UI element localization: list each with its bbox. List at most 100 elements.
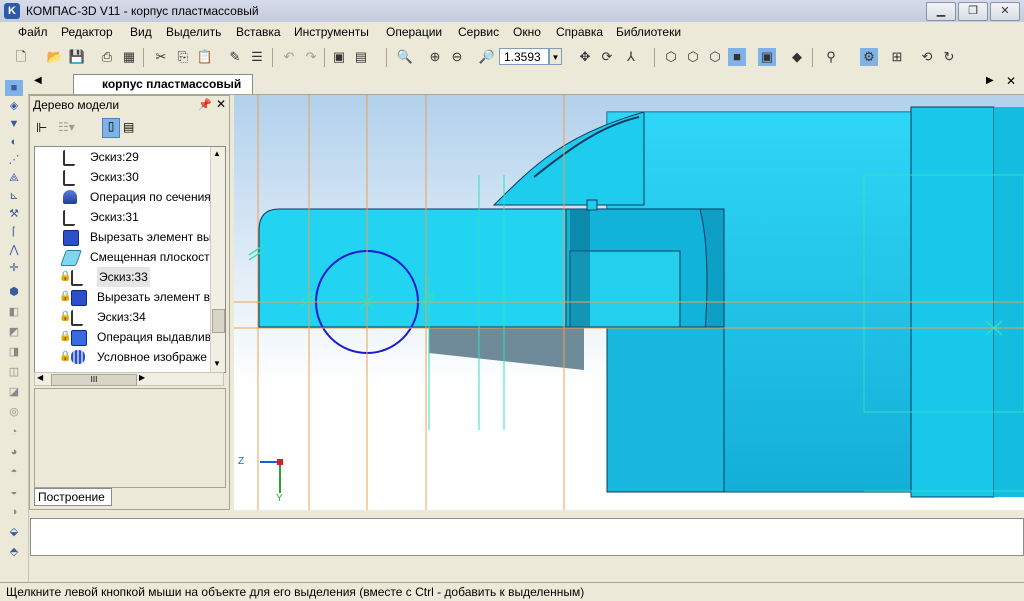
chevron-left-icon[interactable]: ◀ bbox=[34, 75, 42, 86]
array-icon[interactable]: ⋰ bbox=[5, 152, 23, 168]
tree-vertical-scrollbar[interactable]: ▲ ▼ bbox=[210, 147, 225, 372]
tree-item[interactable]: 🔒 Эскиз:34 bbox=[35, 307, 210, 327]
rotate-icon[interactable]: ⟳ bbox=[598, 48, 616, 66]
close-tab-icon[interactable]: ✕ bbox=[1006, 74, 1016, 88]
menu-insert[interactable]: Вставка bbox=[236, 25, 281, 39]
tree-item[interactable]: Эскиз:30 bbox=[35, 167, 210, 187]
scroll-down-icon[interactable]: ▼ bbox=[213, 359, 221, 368]
tab-construction[interactable]: Построение bbox=[34, 488, 112, 506]
menu-view[interactable]: Вид bbox=[130, 25, 152, 39]
dimensions-icon[interactable]: ⋀ bbox=[5, 242, 23, 258]
doc-manager-icon[interactable]: ▦ bbox=[120, 48, 138, 66]
fillet-icon[interactable]: ◔ bbox=[5, 424, 23, 440]
cut-rotate-icon[interactable]: ◪ bbox=[5, 384, 23, 400]
redo-icon[interactable]: ↷ bbox=[302, 48, 320, 66]
chevron-down-icon[interactable]: ▼ bbox=[549, 48, 562, 65]
copy-icon[interactable]: ⎘ bbox=[174, 48, 192, 66]
zoom-icon[interactable]: 🔎 bbox=[478, 48, 496, 66]
kinematic-icon[interactable]: ◩ bbox=[5, 324, 23, 340]
menu-file[interactable]: Файл bbox=[18, 25, 48, 39]
restore-icon[interactable]: ❐ bbox=[958, 2, 988, 21]
measure-icon[interactable]: ⊾ bbox=[5, 188, 23, 204]
rib-icon[interactable]: ◒ bbox=[5, 484, 23, 500]
perspective-icon[interactable]: ◆ bbox=[788, 48, 806, 66]
scroll-thumb[interactable] bbox=[212, 309, 225, 333]
tree-item[interactable]: 🔒 Эскиз:33 bbox=[35, 267, 210, 287]
menu-operations[interactable]: Операции bbox=[386, 25, 442, 39]
wireframe-icon[interactable]: ⬡ bbox=[662, 48, 680, 66]
copy-body-icon[interactable]: ⬙ bbox=[5, 524, 23, 540]
close-icon[interactable]: ✕ bbox=[990, 2, 1020, 21]
tree-item[interactable]: Вырезать элемент вы bbox=[35, 227, 210, 247]
layers-icon[interactable]: ▤ bbox=[352, 48, 370, 66]
pin-icon[interactable]: 📌 bbox=[198, 98, 212, 111]
tree-horizontal-scrollbar[interactable]: ◀ III ▶ bbox=[34, 372, 224, 386]
rebuild-icon[interactable]: ⟲ bbox=[918, 48, 936, 66]
filter-icon[interactable]: ▼ bbox=[5, 116, 23, 132]
menu-edit[interactable]: Редактор bbox=[61, 25, 113, 39]
chevron-right-icon[interactable]: ▶ bbox=[986, 75, 994, 86]
minimize-icon[interactable]: ▁ bbox=[926, 2, 956, 21]
extrude-icon[interactable]: ⬢ bbox=[5, 284, 23, 300]
axis-icon[interactable]: ✛ bbox=[5, 260, 23, 276]
new-document-icon[interactable]: 🗋 bbox=[12, 48, 30, 66]
save-icon[interactable]: 💾 bbox=[68, 48, 86, 66]
pan-icon[interactable]: ✥ bbox=[576, 48, 594, 66]
zoom-out-icon[interactable]: ⊖ bbox=[448, 48, 466, 66]
editing-part-icon[interactable]: ■ bbox=[5, 80, 23, 96]
loft-icon[interactable]: ◨ bbox=[5, 344, 23, 360]
tree-item[interactable]: 🔒 Условное изображе bbox=[35, 347, 210, 367]
shell-icon[interactable]: ◓ bbox=[5, 464, 23, 480]
shaded-icon[interactable]: ■ bbox=[728, 48, 746, 66]
menu-tools[interactable]: Инструменты bbox=[294, 25, 369, 39]
scroll-right-icon[interactable]: ▶ bbox=[139, 373, 145, 382]
tree-item[interactable]: Эскиз:29 bbox=[35, 147, 210, 167]
tree-mode-icon[interactable]: ☷▾ bbox=[58, 120, 75, 134]
surfaces-icon[interactable]: ◐ bbox=[5, 134, 23, 150]
model-viewport[interactable]: Z Y bbox=[234, 95, 1024, 510]
tree-list-icon[interactable]: ▤ bbox=[123, 120, 134, 134]
paste-icon[interactable]: 📋 bbox=[196, 48, 214, 66]
section-icon[interactable]: ⬘ bbox=[5, 544, 23, 560]
list-icon[interactable]: ☰ bbox=[248, 48, 266, 66]
menu-help[interactable]: Справка bbox=[556, 25, 603, 39]
rotate-body-icon[interactable]: ◧ bbox=[5, 304, 23, 320]
cut-icon[interactable]: ✂ bbox=[152, 48, 170, 66]
panel-icon[interactable]: ▣ bbox=[330, 48, 348, 66]
tab-document[interactable]: корпус пластмассовый bbox=[73, 74, 253, 94]
tree-item[interactable]: Операция по сечения bbox=[35, 187, 210, 207]
properties-icon[interactable]: ✎ bbox=[226, 48, 244, 66]
hammer-icon[interactable]: ⚒ bbox=[5, 206, 23, 222]
menu-window[interactable]: Окно bbox=[513, 25, 541, 39]
menu-service[interactable]: Сервис bbox=[458, 25, 499, 39]
scroll-thumb[interactable]: III bbox=[51, 374, 137, 386]
tree-item[interactable]: Смещенная плоскост bbox=[35, 247, 210, 267]
tree-structure-icon[interactable]: ⊩ bbox=[36, 120, 47, 136]
snap-icon[interactable]: ⚙ bbox=[860, 48, 878, 66]
cut-extrude-icon[interactable]: ◫ bbox=[5, 364, 23, 380]
menu-select[interactable]: Выделить bbox=[166, 25, 221, 39]
shaded-edges-icon[interactable]: ▣ bbox=[758, 48, 776, 66]
tree-item[interactable]: Эскиз:31 bbox=[35, 207, 210, 227]
spatial-curves-icon[interactable]: ◈ bbox=[5, 98, 23, 114]
constraints-icon[interactable]: ⊞ bbox=[888, 48, 906, 66]
tree-item[interactable]: 🔒 Операция выдавливе bbox=[35, 327, 210, 347]
zoom-in-icon[interactable]: ⊕ bbox=[426, 48, 444, 66]
menu-libraries[interactable]: Библиотеки bbox=[616, 25, 681, 39]
tree-item[interactable]: 🔒 Вырезать элемент в bbox=[35, 287, 210, 307]
tree-view-icon[interactable]: ▯ bbox=[102, 118, 120, 138]
filter-icon[interactable]: ⚲ bbox=[822, 48, 840, 66]
sheet-metal-icon[interactable]: ⌈ bbox=[5, 224, 23, 240]
print-preview-icon[interactable]: ⎙ bbox=[98, 48, 116, 66]
hole-icon[interactable]: ◎ bbox=[5, 404, 23, 420]
close-icon[interactable]: ✕ bbox=[216, 97, 226, 111]
hidden-lines-icon[interactable]: ⬡ bbox=[684, 48, 702, 66]
mirror-icon[interactable]: ◑ bbox=[5, 504, 23, 520]
zoom-window-icon[interactable]: 🔍 bbox=[396, 48, 414, 66]
refresh-icon[interactable]: ↻ bbox=[940, 48, 958, 66]
chamfer-icon[interactable]: ◕ bbox=[5, 444, 23, 460]
zoom-scale-input[interactable]: 1.3593 bbox=[499, 48, 549, 65]
aux-geometry-icon[interactable]: ⟁ bbox=[5, 170, 23, 186]
undo-icon[interactable]: ↶ bbox=[280, 48, 298, 66]
open-icon[interactable]: 📂 bbox=[46, 48, 64, 66]
